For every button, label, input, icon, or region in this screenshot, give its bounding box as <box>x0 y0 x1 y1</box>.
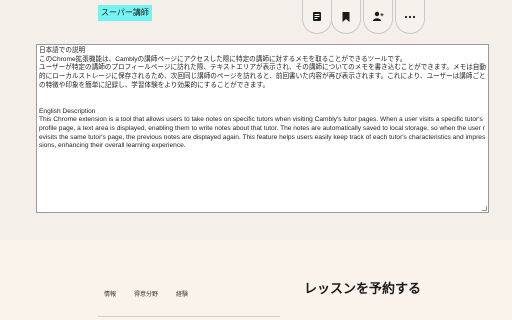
profile-tabs: 情報 得意分野 経験 <box>104 289 188 298</box>
super-tutor-badge: スーパー講師 <box>98 5 152 21</box>
note-icon <box>313 12 321 21</box>
tab-experience[interactable]: 経験 <box>176 289 188 298</box>
tab-info[interactable]: 情報 <box>104 289 116 298</box>
tab-specialties[interactable]: 得意分野 <box>134 289 158 298</box>
book-lesson-heading: レッスンを予約する <box>304 282 422 297</box>
notes-line-jp-heading: 日本語での説明 <box>39 47 86 54</box>
tabs-divider <box>98 316 280 317</box>
bookmark-button[interactable] <box>331 0 361 34</box>
add-person-button[interactable] <box>363 0 393 34</box>
person-add-icon <box>373 11 384 21</box>
note-button[interactable] <box>302 0 332 34</box>
bookmark-icon <box>342 11 350 22</box>
notes-line-en-body: This Chrome extension is a tool that all… <box>39 116 486 150</box>
tutor-profile-content-area <box>0 240 512 320</box>
notes-line-en-heading: English Description <box>39 107 96 115</box>
notes-blank-line <box>39 91 486 108</box>
tutor-notes-textarea[interactable]: 日本語での説明 このChrome拡張機能は、Camblyの講師ページにアクセスし… <box>36 44 489 213</box>
notes-line-jp-body: ユーザーが特定の講師のプロフィールページに訪れた際、テキストエリアが表示され、そ… <box>39 64 486 89</box>
more-icon <box>404 15 416 18</box>
textarea-resize-handle[interactable] <box>482 206 487 211</box>
more-options-button[interactable] <box>395 0 425 34</box>
